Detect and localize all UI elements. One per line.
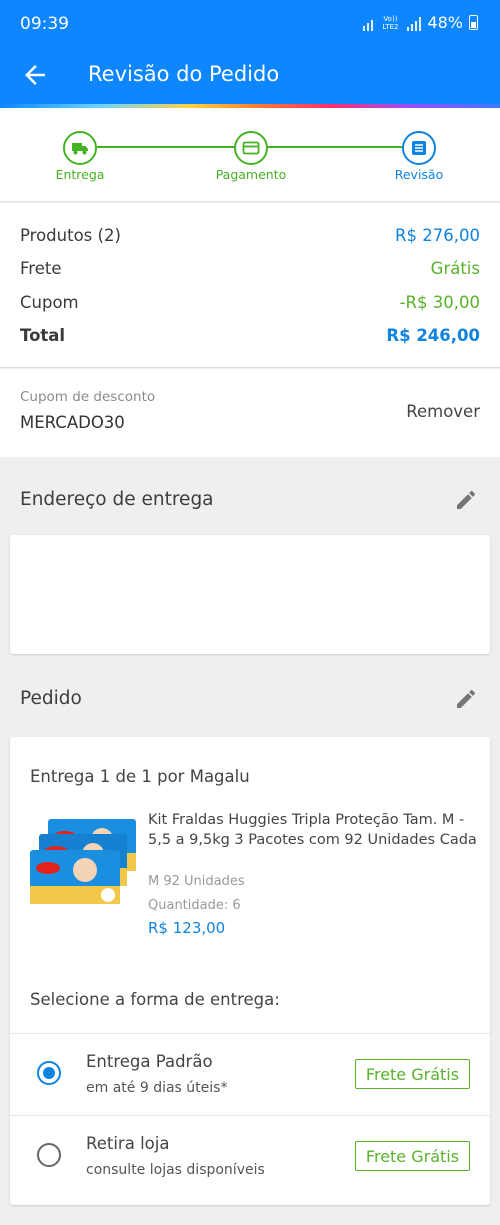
- product-variant: M 92 Unidades: [148, 874, 245, 889]
- shipping-method-prompt: Selecione a forma de entrega:: [30, 990, 280, 1009]
- coupon-code: MERCADO30: [20, 413, 125, 432]
- list-icon: [412, 141, 426, 155]
- app-bar: 09:39 Vo)) LTE2 48% Revisão do Pedido: [0, 0, 500, 106]
- summary-total-row: Total R$ 246,00: [20, 320, 480, 350]
- address-section-title: Endereço de entrega: [20, 489, 214, 510]
- card-icon: [242, 141, 260, 155]
- divider: [10, 1115, 490, 1116]
- products-value: R$ 276,00: [395, 225, 480, 245]
- page-title: Revisão do Pedido: [88, 62, 280, 86]
- step-label-revisao: Revisão: [394, 167, 444, 182]
- status-icons: Vo)) LTE2 48%: [363, 13, 478, 32]
- total-value: R$ 246,00: [386, 325, 480, 345]
- coupon-label: Cupom: [20, 292, 79, 312]
- step-label-pagamento: Pagamento: [215, 167, 287, 182]
- product-name[interactable]: Kit Fraldas Huggies Tripla Proteção Tam.…: [148, 810, 478, 850]
- step-label-entrega: Entrega: [55, 167, 105, 182]
- product-image: [30, 819, 136, 904]
- order-summary: Produtos (2) R$ 276,00 Frete Grátis Cupo…: [0, 203, 500, 368]
- coupon-section: Cupom de desconto MERCADO30 Remover: [0, 369, 500, 457]
- coupon-value: -R$ 30,00: [399, 292, 480, 312]
- step-revisao[interactable]: [402, 131, 436, 165]
- shipping-option-name: Entrega Padrão: [86, 1052, 213, 1071]
- shipping-option-detail: em até 9 dias úteis*: [86, 1080, 228, 1096]
- shipping-option-name: Retira loja: [86, 1134, 170, 1153]
- divider: [10, 1033, 490, 1034]
- delivery-title: Entrega 1 de 1 por Magalu: [30, 767, 250, 786]
- address-card[interactable]: [10, 535, 490, 654]
- shipping-value: Grátis: [430, 258, 480, 278]
- order-section-title: Pedido: [20, 688, 82, 709]
- product-quantity: Quantidade: 6: [148, 898, 241, 913]
- step-connector: [268, 146, 402, 148]
- volte-indicator: Vo)) LTE2: [382, 14, 399, 31]
- back-arrow-icon[interactable]: [20, 60, 50, 90]
- radio-selected-icon[interactable]: [37, 1061, 61, 1085]
- signal-bars-icon: [407, 15, 422, 31]
- step-entrega[interactable]: [63, 131, 97, 165]
- product-price: R$ 123,00: [148, 919, 226, 937]
- truck-icon: [72, 143, 88, 155]
- step-pagamento[interactable]: [234, 131, 268, 165]
- products-label: Produtos (2): [20, 225, 121, 245]
- summary-products-row: Produtos (2) R$ 276,00: [20, 220, 480, 250]
- radio-unselected-icon[interactable]: [37, 1143, 61, 1167]
- checkout-stepper: Entrega Pagamento Revisão: [0, 108, 500, 202]
- status-bar: 09:39 Vo)) LTE2 48%: [0, 0, 500, 50]
- summary-shipping-row: Frete Grátis: [20, 253, 480, 283]
- coupon-field-label: Cupom de desconto: [20, 389, 156, 405]
- shipping-label: Frete: [20, 258, 62, 278]
- summary-coupon-row: Cupom -R$ 30,00: [20, 287, 480, 317]
- signal-icon: [363, 15, 374, 31]
- status-time: 09:39: [20, 14, 69, 34]
- total-label: Total: [20, 325, 66, 345]
- edit-order-pencil-icon[interactable]: [454, 687, 478, 711]
- battery-percent: 48%: [427, 13, 463, 32]
- step-connector: [97, 146, 237, 148]
- remove-coupon-button[interactable]: Remover: [406, 402, 480, 421]
- order-card: Entrega 1 de 1 por Magalu Kit Fraldas Hu…: [10, 737, 490, 1205]
- free-shipping-badge: Frete Grátis: [355, 1141, 470, 1171]
- battery-icon: [469, 15, 478, 30]
- shipping-option-detail: consulte lojas disponíveis: [86, 1162, 265, 1178]
- edit-address-pencil-icon[interactable]: [454, 488, 478, 512]
- free-shipping-badge: Frete Grátis: [355, 1059, 470, 1089]
